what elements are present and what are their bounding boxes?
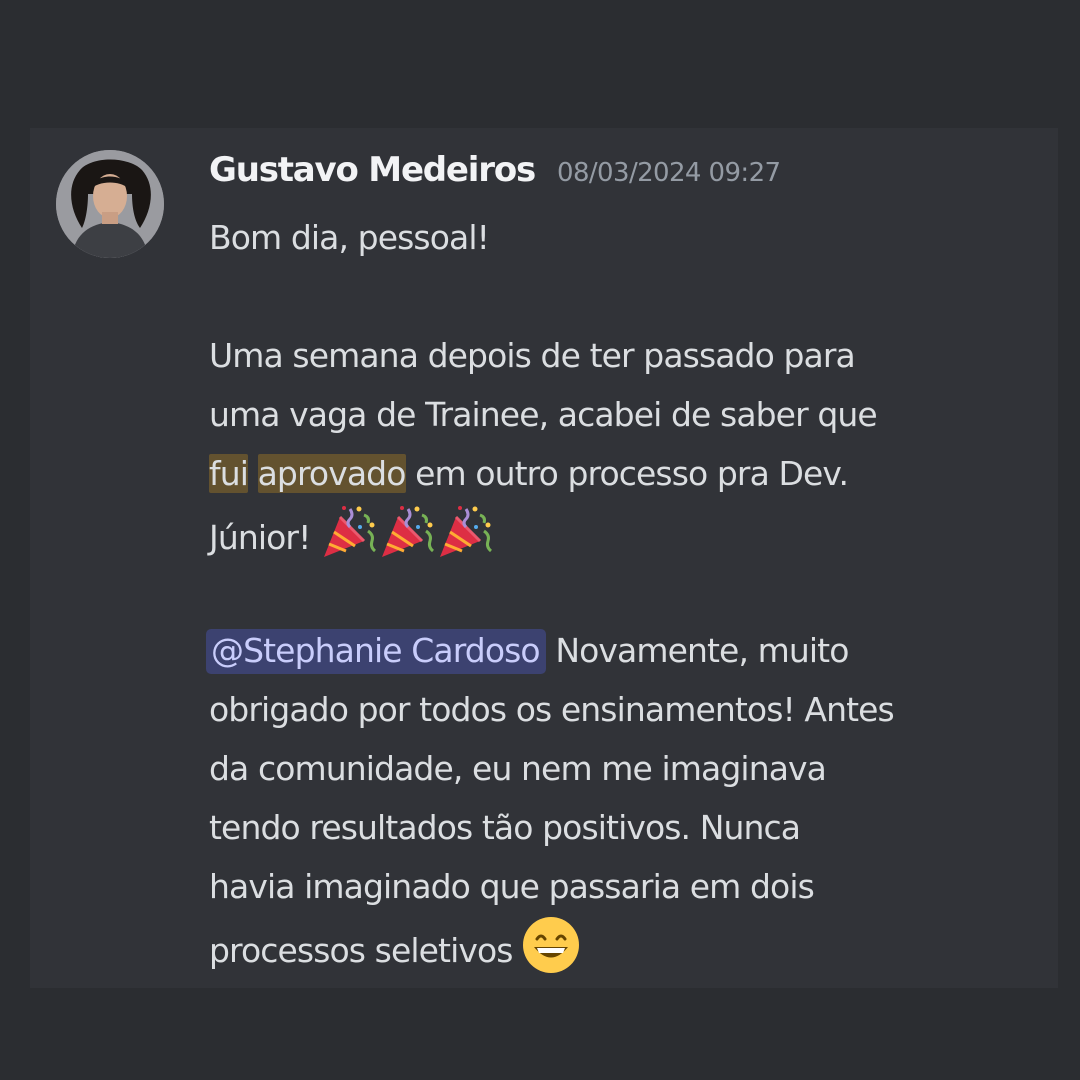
search-highlight: aprovado xyxy=(257,454,406,493)
message-line: Bom dia, pessoal! xyxy=(209,218,490,257)
message-line: tendo resultados tão positivos. Nunca xyxy=(209,808,801,847)
party-popper-emoji[interactable] xyxy=(378,503,436,579)
party-popper-emoji[interactable] xyxy=(436,503,494,579)
message-line: Uma semana depois de ter passado para xyxy=(209,336,856,375)
message-line: fui aprovado em outro processo pra Dev. xyxy=(209,454,849,493)
party-popper-emoji[interactable] xyxy=(320,503,378,579)
message-line: havia imaginado que passaria em dois xyxy=(209,867,815,906)
search-highlight: fui xyxy=(209,454,249,493)
grinning-face-emoji[interactable] xyxy=(522,916,580,992)
message-line: Júnior! xyxy=(209,503,1029,562)
message-line: uma vaga de Trainee, acabei de saber que xyxy=(209,395,878,434)
message-line: @Stephanie Cardoso Novamente, muito xyxy=(206,621,1029,680)
message-line: processos seletivos xyxy=(209,916,1029,975)
party-popper-emojis xyxy=(320,506,494,557)
message-timestamp[interactable]: 08/03/2024 09:27 xyxy=(557,158,781,188)
user-mention[interactable]: @Stephanie Cardoso xyxy=(206,629,546,674)
user-avatar-image xyxy=(56,150,164,258)
avatar[interactable] xyxy=(56,150,164,258)
message-line: da comunidade, eu nem me imaginava xyxy=(209,749,827,788)
message-header: Gustavo Medeiros 08/03/2024 09:27 xyxy=(209,150,781,200)
username[interactable]: Gustavo Medeiros xyxy=(209,150,536,190)
message-content: Bom dia, pessoal! Uma semana depois de t… xyxy=(206,208,1029,975)
message-line: obrigado por todos os ensinamentos! Ante… xyxy=(209,690,895,729)
